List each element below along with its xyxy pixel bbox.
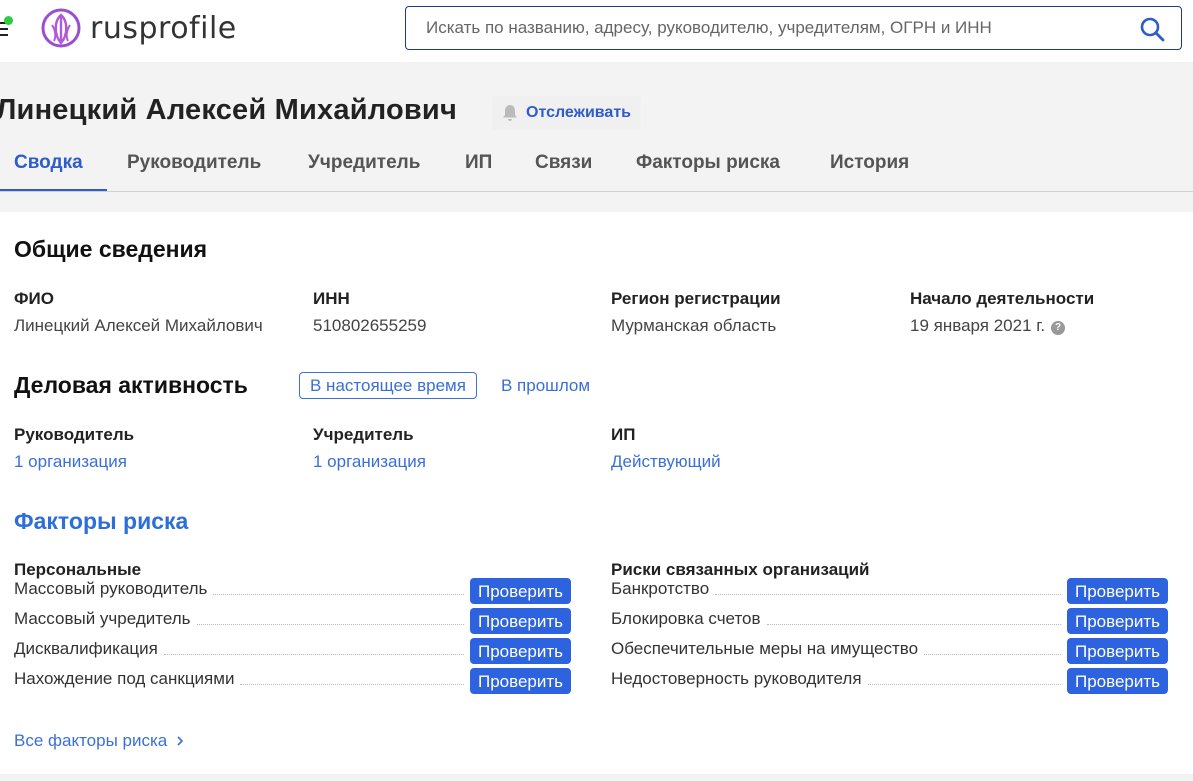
tab-founder[interactable]: Учредитель	[308, 140, 420, 191]
risks-title[interactable]: Факторы риска	[14, 508, 188, 535]
tab-risk-factors[interactable]: Факторы риска	[636, 140, 780, 191]
check-button[interactable]: Проверить	[470, 578, 571, 604]
tab-bar: Сводка Руководитель Учредитель ИП Связи …	[0, 140, 1193, 192]
director-label: Руководитель	[14, 425, 135, 444]
all-risks-link[interactable]: Все факторы риска	[14, 731, 185, 751]
check-button[interactable]: Проверить	[470, 638, 571, 664]
director-link[interactable]: 1 организация	[14, 452, 127, 472]
top-header: rusprofile	[0, 0, 1193, 62]
risk-row: Обеспечительные меры на имущество Провер…	[611, 637, 1168, 665]
logo[interactable]: rusprofile	[40, 8, 237, 48]
region-value: Мурманская область	[611, 316, 777, 335]
check-button[interactable]: Проверить	[1067, 578, 1168, 604]
business-title: Деловая активность	[14, 372, 248, 398]
follow-button[interactable]: Отслеживать	[492, 96, 641, 130]
check-button[interactable]: Проверить	[470, 668, 571, 694]
risk-label: Банкротство	[611, 579, 710, 598]
help-icon[interactable]: ?	[1051, 321, 1066, 335]
region-label: Регион регистрации	[611, 289, 781, 308]
tab-connections[interactable]: Связи	[535, 140, 592, 191]
dotted-leader	[766, 624, 1061, 625]
risk-row: Массовый руководитель Проверить	[14, 577, 571, 605]
general-title: Общие сведения	[14, 236, 208, 262]
check-button[interactable]: Проверить	[1067, 638, 1168, 664]
founder-link[interactable]: 1 организация	[313, 452, 426, 472]
summary-card: Общие сведения ФИО Линецкий Алексей Миха…	[0, 212, 1193, 774]
start-date-value: 19 января 2021 г.	[910, 316, 1046, 335]
search-box	[405, 6, 1182, 50]
tab-ip[interactable]: ИП	[465, 140, 492, 191]
online-status-dot	[4, 16, 13, 25]
search-icon[interactable]	[1139, 16, 1165, 42]
filter-current-button[interactable]: В настоящее время	[299, 372, 477, 399]
check-button[interactable]: Проверить	[1067, 668, 1168, 694]
dotted-leader	[163, 654, 464, 655]
risk-label: Массовый руководитель	[14, 579, 208, 598]
dotted-leader	[240, 684, 464, 685]
founder-label: Учредитель	[313, 425, 414, 444]
follow-label: Отслеживать	[526, 104, 631, 121]
dotted-leader	[196, 624, 464, 625]
start-date-label: Начало деятельности	[910, 289, 1095, 308]
fio-label: ФИО	[14, 289, 54, 308]
risk-label: Дисквалификация	[14, 639, 158, 658]
risk-label: Блокировка счетов	[611, 609, 761, 628]
dotted-leader	[924, 654, 1061, 655]
all-risks-label: Все факторы риска	[14, 731, 168, 750]
check-button[interactable]: Проверить	[470, 608, 571, 634]
risk-row: Нахождение под санкциями Проверить	[14, 667, 571, 695]
fio-value: Линецкий Алексей Михайлович	[14, 316, 263, 335]
ip-label: ИП	[611, 425, 636, 444]
dotted-leader	[715, 594, 1061, 595]
logo-text: rusprofile	[90, 10, 237, 46]
check-button[interactable]: Проверить	[1067, 608, 1168, 634]
ip-status-link[interactable]: Действующий	[611, 452, 721, 472]
start-date-field: 19 января 2021 г.?	[910, 316, 1066, 336]
risk-row: Массовый учредитель Проверить	[14, 607, 571, 635]
risk-label: Обеспечительные меры на имущество	[611, 639, 919, 658]
risk-label: Массовый учредитель	[14, 609, 191, 628]
dotted-leader	[867, 684, 1061, 685]
risk-label: Недостоверность руководителя	[611, 669, 862, 688]
search-input[interactable]	[406, 18, 1106, 38]
tab-director[interactable]: Руководитель	[127, 140, 261, 191]
risk-row: Блокировка счетов Проверить	[611, 607, 1168, 635]
inn-value: 510802655259	[313, 316, 427, 335]
bell-icon	[503, 105, 517, 121]
filter-past-button[interactable]: В прошлом	[501, 372, 590, 399]
tab-summary[interactable]: Сводка	[0, 140, 107, 191]
chevron-right-icon	[177, 736, 184, 746]
tab-history[interactable]: История	[830, 140, 909, 191]
inn-label: ИНН	[313, 289, 350, 308]
menu-icon[interactable]	[0, 16, 13, 36]
risk-label: Нахождение под санкциями	[14, 669, 235, 688]
page-title: Линецкий Алексей Михайлович	[0, 94, 457, 126]
risk-row: Банкротство Проверить	[611, 577, 1168, 605]
risk-row: Недостоверность руководителя Проверить	[611, 667, 1168, 695]
dotted-leader	[213, 594, 464, 595]
risk-row: Дисквалификация Проверить	[14, 637, 571, 665]
logo-icon	[41, 8, 81, 48]
